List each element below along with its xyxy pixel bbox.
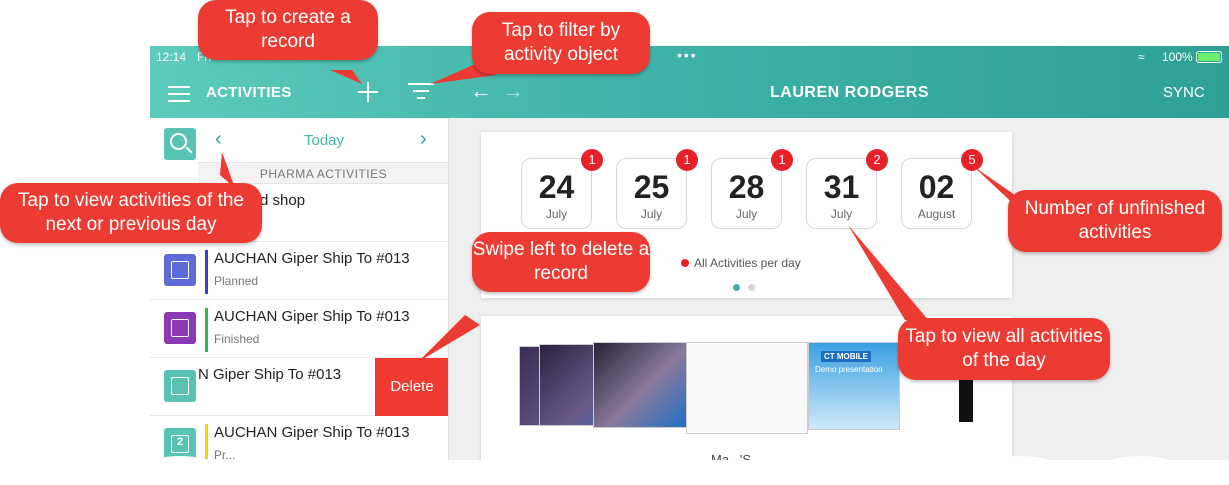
presentation-thumbnail[interactable]: CT MOBILE Demo presentation	[808, 342, 900, 430]
wifi-icon: ≈	[1138, 50, 1145, 64]
callout-view-day: Tap to view all activities of the day	[898, 318, 1110, 380]
presentation-thumbnail[interactable]	[686, 342, 808, 434]
unfinished-count-badge: 1	[676, 149, 698, 171]
page-indicator[interactable]	[733, 278, 763, 296]
page-title: ACTIVITIES	[206, 84, 292, 101]
filter-button[interactable]	[408, 83, 434, 101]
calendar-icon	[164, 370, 196, 402]
activity-title: AUCHAN Giper Ship To #013	[214, 250, 410, 267]
annotated-screenshot: 12:14 Fri ••• ≈ 100% ACTIVITIES ← → LAUR…	[0, 0, 1229, 485]
callout-filter: Tap to filter by activity object	[472, 12, 650, 74]
battery-percentage: 100%	[1162, 50, 1193, 64]
next-day-button[interactable]: ›	[420, 128, 427, 151]
contact-card-icon	[164, 312, 196, 344]
torn-edge	[150, 456, 1229, 485]
user-name: LAUREN RODGERS	[770, 84, 930, 101]
list-item[interactable]: AUCHAN Giper Ship To #013 Finished	[150, 300, 448, 358]
activities-header: ACTIVITIES	[150, 68, 450, 118]
delete-button[interactable]: Delete	[375, 358, 448, 416]
status-bar-indicator	[205, 308, 208, 352]
activity-status: Finished	[214, 332, 260, 346]
previous-day-button[interactable]: ‹	[215, 128, 222, 151]
activity-title: AUCHAN Giper Ship To #013	[214, 308, 410, 325]
forward-arrow-icon[interactable]: →	[502, 78, 524, 104]
date-tile[interactable]: 02 August 5	[901, 149, 983, 229]
unfinished-count-badge: 2	[866, 149, 888, 171]
unfinished-count-badge: 5	[961, 149, 983, 171]
presentation-thumbnail[interactable]	[593, 342, 688, 428]
activities-list-panel: ‹ Today › PHARMA ACTIVITIES land shop ed…	[150, 118, 449, 460]
back-arrow-icon[interactable]: ←	[470, 78, 492, 104]
add-record-button[interactable]	[356, 80, 380, 104]
ipad-app-screen: 12:14 Fri ••• ≈ 100% ACTIVITIES ← → LAUR…	[150, 46, 1229, 460]
callout-unfinished-count: Number of unfinished activities	[1008, 190, 1222, 252]
status-bar-indicator	[205, 250, 208, 294]
battery-icon	[1196, 51, 1222, 63]
unfinished-count-badge: 1	[581, 149, 603, 171]
date-tile[interactable]: 31 July 2	[806, 149, 888, 229]
sync-button[interactable]: SYNC	[1163, 84, 1205, 101]
list-item[interactable]: AUCHAN Giper Ship To #013 Planned	[150, 242, 448, 300]
callout-delete-record: Swipe left to delete a record	[472, 232, 650, 292]
activity-title: AUCHAN Giper Ship To #013	[214, 424, 410, 441]
callout-create-record: Tap to create a record	[198, 0, 378, 60]
date-tile[interactable]: 24 July 1	[521, 149, 603, 229]
date-tile[interactable]: 28 July 1	[711, 149, 793, 229]
multitask-dots[interactable]: •••	[677, 47, 698, 63]
status-time: 12:14	[156, 50, 187, 64]
list-item-swiped[interactable]: N Giper Ship To #013 Delete	[150, 358, 448, 416]
day-label: Today	[303, 132, 345, 149]
date-tile[interactable]: 25 July 1	[616, 149, 698, 229]
callout-day-navigation: Tap to view activities of the next or pr…	[0, 183, 262, 243]
chart-legend: All Activities per day	[681, 256, 801, 270]
unfinished-count-badge: 1	[771, 149, 793, 171]
activity-status: Planned	[214, 274, 259, 288]
search-icon	[170, 133, 187, 150]
section-header: PHARMA ACTIVITIES	[198, 162, 448, 184]
hamburger-menu-icon[interactable]	[168, 86, 190, 102]
search-button[interactable]	[164, 128, 196, 160]
activity-title: N Giper Ship To #013	[198, 366, 342, 383]
building-icon	[164, 254, 196, 286]
detail-header: ← → LAUREN RODGERS SYNC	[450, 68, 1229, 118]
